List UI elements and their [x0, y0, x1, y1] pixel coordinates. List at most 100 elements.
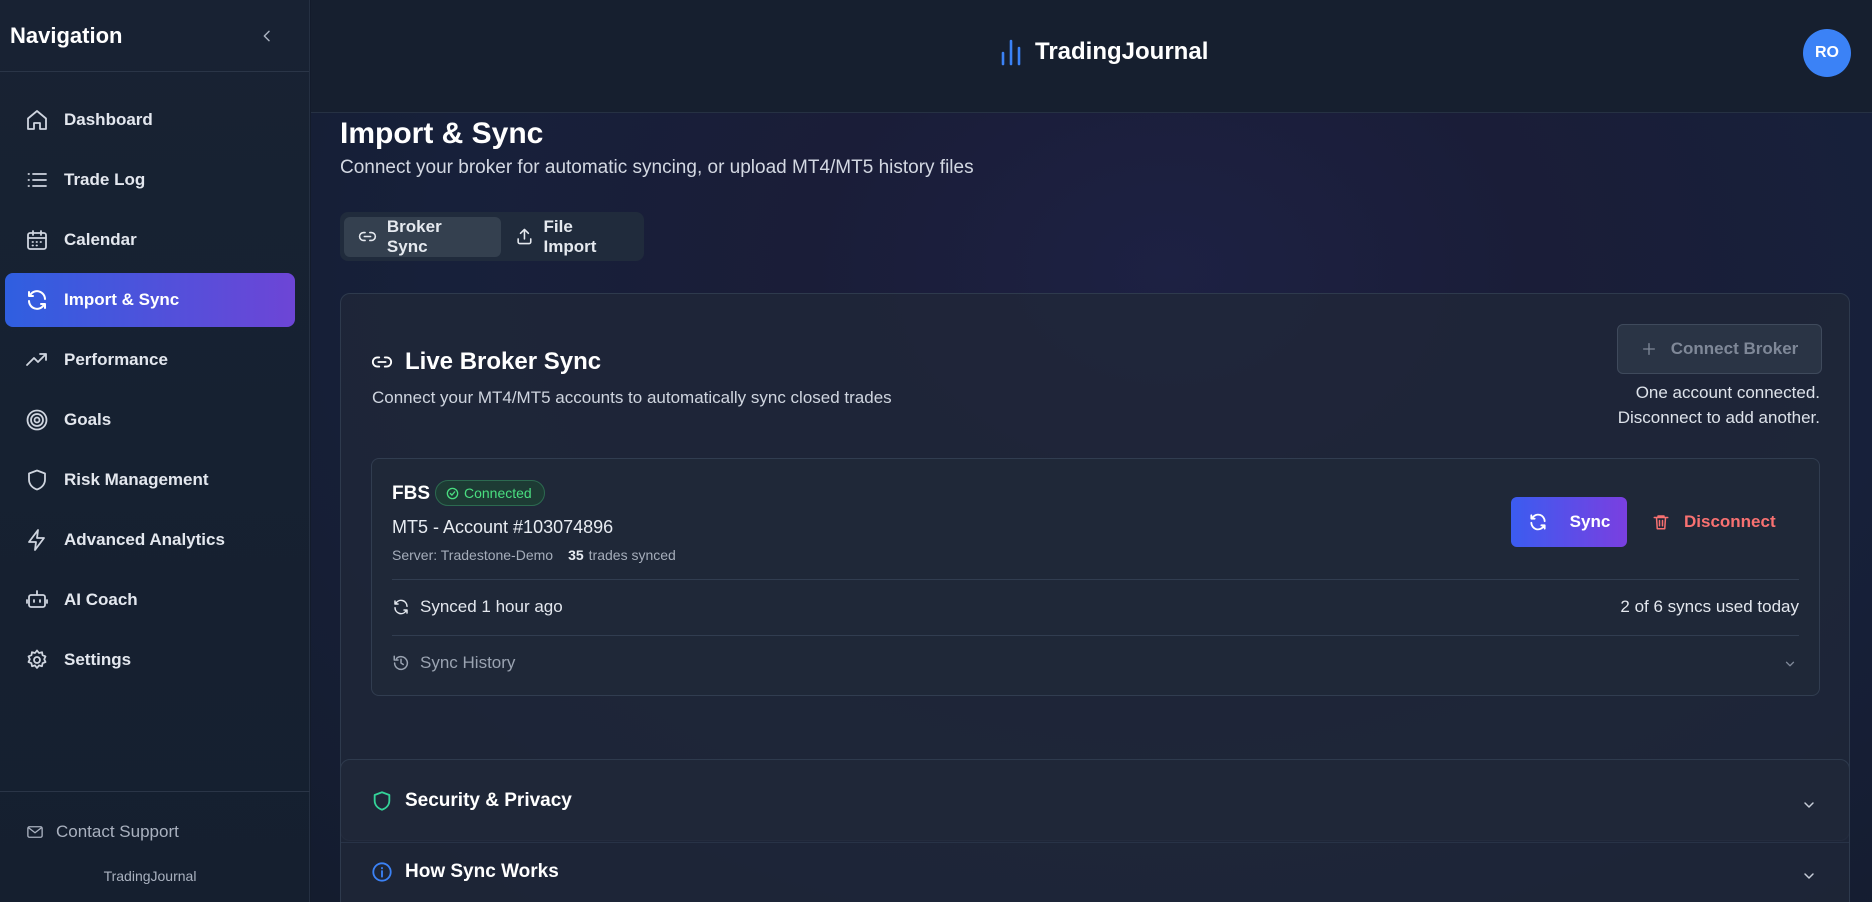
upload-icon — [516, 228, 532, 245]
sidebar-item-goals[interactable]: Goals — [5, 393, 295, 447]
live-sync-title: Live Broker Sync — [405, 348, 602, 375]
sidebar-item-dashboard[interactable]: Dashboard — [5, 93, 295, 147]
sidebar-item-advanced-analytics[interactable]: Advanced Analytics — [5, 513, 295, 567]
shield-icon — [25, 468, 59, 492]
main-content: Import & Sync Connect your broker for au… — [311, 113, 1872, 902]
last-synced-label: Synced 1 hour ago — [420, 597, 563, 616]
chevron-down-icon — [1785, 661, 1795, 667]
app-logo[interactable]: TradingJournal — [999, 38, 1208, 66]
sync-history-chevron[interactable] — [1783, 657, 1797, 671]
robot-icon — [25, 588, 59, 612]
sidebar-item-calendar[interactable]: Calendar — [5, 213, 295, 267]
sidebar-item-import-sync[interactable]: Import & Sync — [5, 273, 295, 327]
link-icon — [371, 356, 393, 368]
sync-button[interactable]: Sync — [1511, 497, 1627, 547]
divider — [341, 842, 1849, 843]
sidebar-item-label: Performance — [64, 350, 168, 369]
sidebar-item-label: Goals — [64, 410, 112, 429]
user-avatar[interactable]: RO — [1803, 29, 1851, 77]
sync-history-toggle[interactable]: Sync History — [392, 653, 515, 673]
sync-history-label: Sync History — [420, 653, 516, 672]
sidebar-item-risk-management[interactable]: Risk Management — [5, 453, 295, 507]
accordion-how-sync-works[interactable]: How Sync Works — [371, 861, 559, 883]
sidebar-item-performance[interactable]: Performance — [5, 333, 295, 387]
sidebar-item-label: Import & Sync — [64, 290, 180, 309]
collapse-sidebar-button[interactable] — [255, 24, 279, 48]
sidebar-brand: TradingJournal — [103, 868, 197, 884]
sidebar-item-label: Calendar — [64, 230, 137, 249]
plus-icon — [1642, 343, 1655, 355]
app-logo-text: TradingJournal — [1035, 38, 1209, 65]
connect-note-line: One account connected. — [1635, 383, 1820, 402]
refresh-icon — [1530, 513, 1546, 531]
sidebar: Navigation Dashboard Trade Log Calendar … — [0, 0, 310, 902]
divider — [392, 635, 1799, 636]
history-icon — [393, 655, 409, 671]
refresh-icon — [394, 599, 408, 615]
sync-button-label: Sync — [1569, 512, 1611, 531]
disconnect-button-label: Disconnect — [1684, 512, 1776, 531]
status-badge: Connected — [435, 480, 545, 506]
target-icon — [25, 408, 59, 432]
chevron-left-icon — [263, 30, 270, 41]
tab-broker-sync[interactable]: Broker Sync — [344, 216, 501, 257]
tab-file-import[interactable]: File Import — [501, 217, 644, 257]
sidebar-footer: Contact Support TradingJournal — [0, 791, 310, 902]
info-icon — [372, 862, 392, 882]
live-sync-heading: Live Broker Sync — [371, 348, 601, 376]
accordion-title: Security & Privacy — [405, 790, 572, 811]
account-name: MT5 - Account #103074896 — [392, 517, 614, 537]
last-synced: Synced 1 hour ago — [392, 597, 563, 617]
divider — [392, 579, 1799, 580]
top-bar: TradingJournal RO — [311, 0, 1872, 113]
connect-note: One account connected. Disconnect to add… — [1618, 380, 1820, 430]
trades-label: trades synced — [588, 547, 676, 563]
sidebar-item-label: Trade Log — [64, 170, 146, 189]
account-meta: Server: Tradestone-Demo 35 trades synced — [392, 547, 676, 563]
accordion-security-privacy[interactable]: Security & Privacy — [371, 790, 572, 812]
import-tabs: Broker Sync File Import — [340, 212, 644, 261]
connect-broker-button[interactable]: Connect Broker — [1617, 324, 1822, 374]
sidebar-header: Navigation — [0, 0, 309, 72]
server-name: Server: Tradestone-Demo — [392, 547, 554, 563]
gear-icon — [25, 648, 59, 672]
sidebar-item-label: Dashboard — [64, 110, 153, 129]
check-circle-icon — [446, 487, 459, 499]
broker-account-card: FBS Connected MT5 - Account #103074896 S… — [371, 458, 1820, 696]
contact-support-link[interactable]: Contact Support — [26, 822, 179, 842]
sidebar-item-settings[interactable]: Settings — [5, 633, 295, 687]
sidebar-item-label: Settings — [64, 650, 132, 669]
accordion-security-chevron[interactable] — [1801, 797, 1817, 813]
refresh-icon — [25, 288, 59, 312]
trash-icon — [1653, 515, 1669, 530]
mail-icon — [27, 826, 43, 838]
lightning-icon — [25, 528, 59, 552]
calendar-icon — [25, 228, 59, 252]
page-title: Import & Sync — [340, 117, 544, 150]
list-icon — [25, 168, 59, 192]
bar-chart-icon — [1001, 39, 1021, 66]
connect-note-line: Disconnect to add another. — [1617, 408, 1820, 427]
sidebar-nav: Dashboard Trade Log Calendar Import & Sy… — [0, 72, 309, 669]
chevron-down-icon — [1804, 873, 1814, 879]
live-sync-subtitle: Connect your MT4/MT5 accounts to automat… — [372, 388, 892, 407]
accordion-title: How Sync Works — [405, 861, 559, 882]
sidebar-item-label: Advanced Analytics — [64, 530, 225, 549]
connect-broker-label: Connect Broker — [1670, 339, 1799, 358]
sidebar-item-label: AI Coach — [64, 590, 138, 609]
sidebar-item-trade-log[interactable]: Trade Log — [5, 153, 295, 207]
disconnect-button[interactable]: Disconnect — [1652, 497, 1776, 547]
sidebar-item-label: Risk Management — [64, 470, 209, 489]
trades-count: 35 — [568, 547, 584, 563]
link-icon — [358, 231, 377, 242]
home-icon — [25, 108, 59, 132]
sync-usage: 2 of 6 syncs used today — [1620, 597, 1799, 616]
accordion-how-chevron[interactable] — [1801, 868, 1817, 884]
tab-label: File Import — [543, 216, 597, 256]
shield-icon — [373, 791, 391, 811]
trending-up-icon — [25, 348, 59, 372]
broker-name: FBS — [392, 483, 430, 504]
sidebar-title: Navigation — [10, 22, 123, 48]
page-subtitle: Connect your broker for automatic syncin… — [340, 157, 974, 178]
sidebar-item-ai-coach[interactable]: AI Coach — [5, 573, 295, 627]
